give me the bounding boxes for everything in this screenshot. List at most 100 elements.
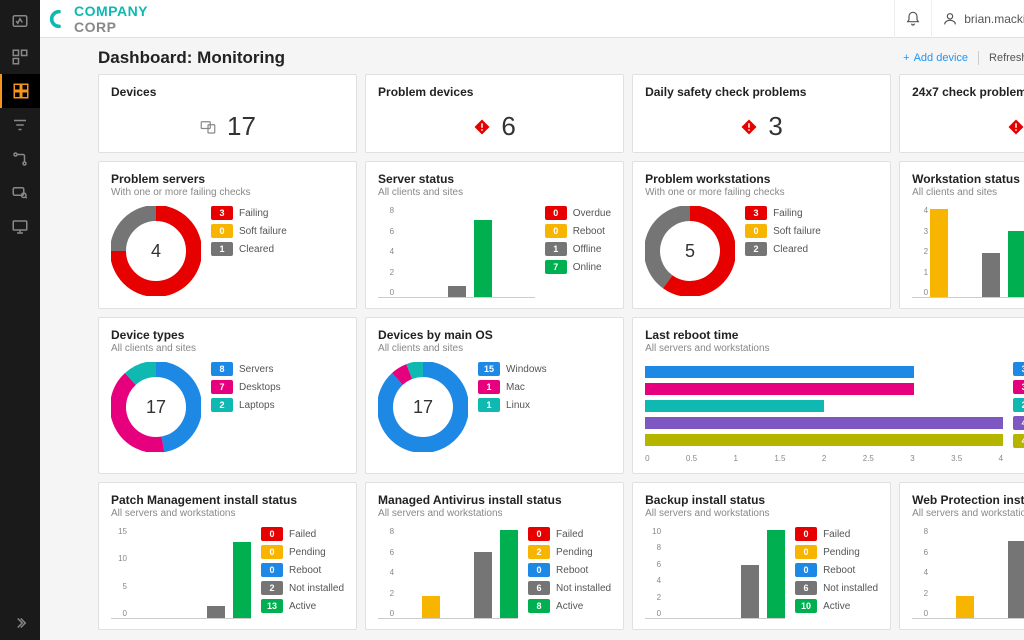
workstation-status-card[interactable]: Workstation status All clients and sites… bbox=[899, 161, 1024, 309]
legend-item: 2 Pending bbox=[528, 545, 611, 559]
problem-workstations-card[interactable]: Problem workstations With one or more fa… bbox=[632, 161, 891, 309]
kpi-problem-devices-card[interactable]: Problem devices 6 bbox=[365, 74, 624, 153]
legend: 0 Overdue 0 Reboot 1 Offline 7 Online bbox=[545, 206, 611, 274]
nav-item-nodes[interactable] bbox=[0, 142, 40, 176]
nav-item-presentation[interactable] bbox=[0, 210, 40, 244]
web-protection-card[interactable]: Web Protection install status All server… bbox=[899, 482, 1024, 630]
legend-label: Cleared bbox=[773, 244, 808, 255]
legend: 3 Servers > 30 days 3 Servers > 60 days … bbox=[1013, 362, 1024, 448]
bar-chart: 151050 bbox=[111, 527, 251, 619]
donut-total: 17 bbox=[111, 362, 201, 452]
nav-item-monitoring[interactable] bbox=[0, 74, 40, 108]
card-title: Problem workstations bbox=[645, 172, 878, 186]
legend-item: 0 Failed bbox=[261, 527, 344, 541]
devices-by-os-card[interactable]: Devices by main OS All clients and sites… bbox=[365, 317, 624, 474]
card-title: Last reboot time bbox=[645, 328, 1024, 342]
kpi-label: Daily safety check problems bbox=[645, 85, 878, 99]
legend-item: 0 Reboot bbox=[261, 563, 344, 577]
legend-label: Not installed bbox=[289, 583, 344, 594]
kpi-devices-card[interactable]: Devices 17 bbox=[98, 74, 357, 153]
server-status-card[interactable]: Server status All clients and sites 8642… bbox=[365, 161, 624, 309]
legend-badge: 4 bbox=[1013, 434, 1024, 448]
y-axis: 1086420 bbox=[645, 527, 661, 618]
legend-badge: 8 bbox=[528, 599, 550, 613]
legend-badge: 4 bbox=[1013, 416, 1024, 430]
y-axis: 86420 bbox=[912, 527, 928, 618]
legend-badge: 0 bbox=[795, 545, 817, 559]
bar bbox=[982, 253, 1000, 297]
last-reboot-card[interactable]: Last reboot time All servers and worksta… bbox=[632, 317, 1024, 474]
bar bbox=[422, 596, 440, 618]
legend-badge: 3 bbox=[211, 206, 233, 220]
donut-total: 17 bbox=[378, 362, 468, 452]
bar bbox=[448, 286, 466, 297]
legend-label: Reboot bbox=[823, 565, 855, 576]
backup-card[interactable]: Backup install status All servers and wo… bbox=[632, 482, 891, 630]
bar bbox=[474, 552, 492, 618]
legend-label: Failed bbox=[556, 529, 583, 540]
bar bbox=[930, 209, 948, 297]
brand-word2: CORP bbox=[74, 19, 116, 35]
legend-label: Offline bbox=[573, 244, 602, 255]
legend-item: 2 Laptops bbox=[211, 398, 281, 412]
legend-label: Desktops bbox=[239, 382, 281, 393]
legend-badge: 1 bbox=[545, 242, 567, 256]
kpi-daily-safety-card[interactable]: Daily safety check problems 3 bbox=[632, 74, 891, 153]
legend-label: Linux bbox=[506, 400, 530, 411]
card-subtitle: With one or more failing checks bbox=[645, 187, 878, 198]
alert-icon bbox=[473, 118, 491, 136]
kpi-247-check-card[interactable]: 24x7 check problems 5 bbox=[899, 74, 1024, 153]
bar bbox=[207, 606, 225, 618]
patch-mgmt-card[interactable]: Patch Management install status All serv… bbox=[98, 482, 357, 630]
bar bbox=[233, 542, 251, 618]
legend-item: 3 Failing bbox=[211, 206, 287, 220]
y-axis: 86420 bbox=[378, 206, 394, 297]
refreshed-text: Refreshed 5:03:54 PM bbox=[989, 52, 1024, 64]
bar bbox=[500, 530, 518, 618]
alert-icon bbox=[740, 118, 758, 136]
dashboard-grid: Devices 17 Problem devices 6 Daily safet… bbox=[98, 74, 1024, 630]
nav-item-expand[interactable] bbox=[0, 606, 40, 640]
legend-badge: 0 bbox=[261, 545, 283, 559]
legend-label: Reboot bbox=[289, 565, 321, 576]
hbar bbox=[645, 366, 914, 378]
problem-servers-card[interactable]: Problem servers With one or more failing… bbox=[98, 161, 357, 309]
nav-item-search[interactable] bbox=[0, 176, 40, 210]
card-title: Device types bbox=[111, 328, 344, 342]
device-types-card[interactable]: Device types All clients and sites 17 8 … bbox=[98, 317, 357, 474]
devices-icon bbox=[199, 118, 217, 136]
legend-label: Pending bbox=[823, 547, 860, 558]
bar bbox=[956, 596, 974, 618]
legend-badge: 15 bbox=[478, 362, 500, 376]
legend-label: Active bbox=[556, 601, 583, 612]
card-subtitle: All clients and sites bbox=[912, 187, 1024, 198]
legend-item: 6 Not installed bbox=[528, 581, 611, 595]
add-device-button[interactable]: + Add device bbox=[903, 52, 968, 64]
legend: 3 Failing 0 Soft failure 2 Cleared bbox=[745, 206, 821, 256]
legend: 8 Servers 7 Desktops 2 Laptops bbox=[211, 362, 281, 412]
legend-badge: 7 bbox=[545, 260, 567, 274]
hbar bbox=[645, 417, 1003, 429]
legend-item: 7 Online bbox=[545, 260, 611, 274]
card-title: Devices by main OS bbox=[378, 328, 611, 342]
legend-label: Online bbox=[573, 262, 602, 273]
legend-item: 0 Pending bbox=[261, 545, 344, 559]
hbar bbox=[645, 400, 824, 412]
legend-label: Failed bbox=[289, 529, 316, 540]
nav-item-dashboards[interactable] bbox=[0, 40, 40, 74]
nav-item-filter[interactable] bbox=[0, 108, 40, 142]
card-title: Problem servers bbox=[111, 172, 344, 186]
card-subtitle: All servers and workstations bbox=[912, 508, 1024, 519]
antivirus-card[interactable]: Managed Antivirus install status All ser… bbox=[365, 482, 624, 630]
bar-chart: 43210 bbox=[912, 206, 1024, 298]
bar-chart: 86420 bbox=[378, 527, 518, 619]
legend-item: 2 Not installed bbox=[261, 581, 344, 595]
user-menu[interactable]: brian.mackie@solarw… bbox=[931, 0, 1024, 38]
brand-word1: COMPANY bbox=[74, 3, 148, 19]
notifications-button[interactable] bbox=[894, 0, 931, 38]
legend-item: 1 Mac bbox=[478, 380, 547, 394]
card-title: Workstation status bbox=[912, 172, 1024, 186]
legend-label: Active bbox=[289, 601, 316, 612]
brand-icon bbox=[48, 8, 70, 30]
legend-item: 2 Servers > 90 days bbox=[1013, 398, 1024, 412]
